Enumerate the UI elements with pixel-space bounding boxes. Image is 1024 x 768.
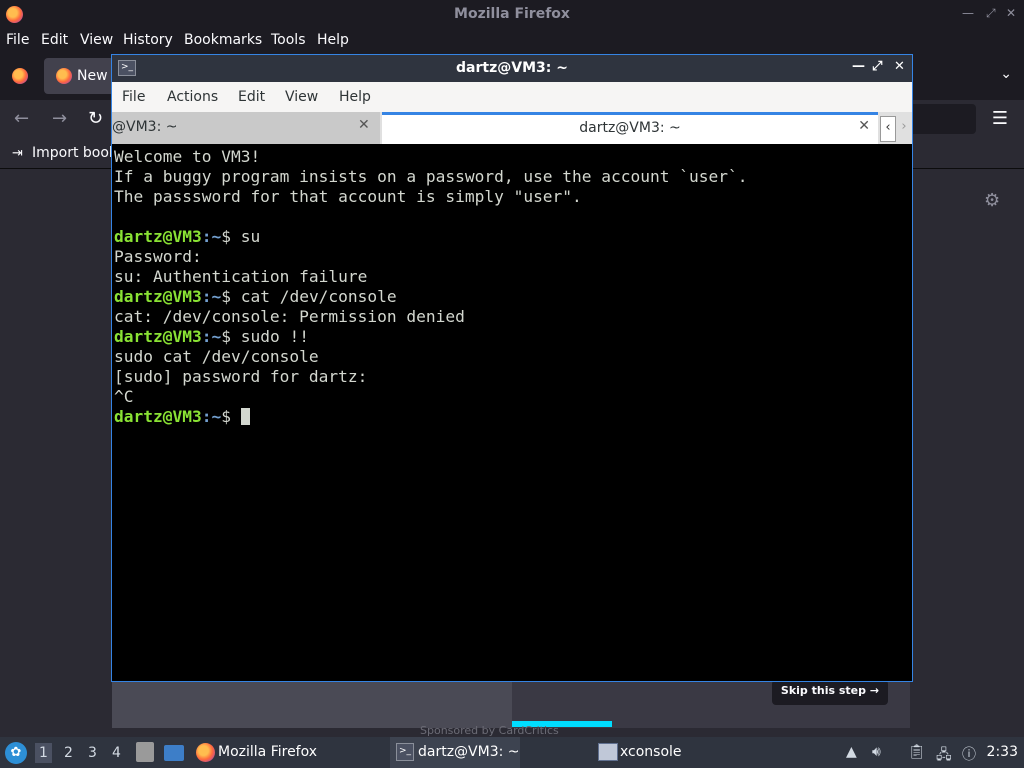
back-icon[interactable]: ← bbox=[14, 108, 29, 129]
prompt-user: dartz@VM3 bbox=[114, 227, 202, 246]
sponsor-text: Sponsored by CardCritics bbox=[420, 724, 559, 737]
prompt-symbol: $ bbox=[221, 227, 241, 246]
close-icon[interactable]: ✕ bbox=[1006, 6, 1016, 20]
reload-icon[interactable]: ↻ bbox=[88, 108, 103, 129]
tab-close-icon[interactable]: ✕ bbox=[358, 117, 370, 133]
terminal-line: Password: bbox=[114, 247, 202, 266]
firefox-view-icon[interactable] bbox=[12, 68, 28, 84]
tab-favicon-icon bbox=[56, 68, 72, 84]
terminal-line: dartz@VM3:~$ sudo !! bbox=[114, 327, 309, 347]
command-text: cat /dev/console bbox=[240, 287, 397, 306]
command-text: su bbox=[240, 227, 261, 246]
terminal-line: dartz@VM3:~$ su bbox=[114, 227, 260, 247]
term-menu-file[interactable]: File bbox=[122, 89, 145, 105]
terminal-tab-1[interactable]: @VM3: ~ ✕ bbox=[112, 112, 380, 144]
settings-gear-icon[interactable]: ⚙ bbox=[984, 190, 1000, 211]
firefox-titlebar: Mozilla Firefox — ⤢ ✕ bbox=[0, 0, 1024, 30]
firefox-icon[interactable] bbox=[196, 743, 215, 762]
term-menu-help[interactable]: Help bbox=[339, 89, 371, 105]
volume-icon[interactable]: 🔊︎ bbox=[872, 744, 881, 760]
prompt-symbol: $ bbox=[221, 287, 241, 306]
terminal-line: [sudo] password for dartz: bbox=[114, 367, 368, 386]
workspace-1[interactable]: 1 bbox=[35, 743, 52, 763]
terminal-menubar: File Actions Edit View Help bbox=[112, 82, 912, 112]
minimize-icon[interactable]: — bbox=[852, 59, 865, 74]
notification-icon[interactable]: ⓘ bbox=[962, 744, 976, 764]
prompt-symbol: $ bbox=[221, 407, 241, 426]
terminal-window: >_ dartz@VM3: ~ — ⤢ ✕ File Actions Edit … bbox=[111, 54, 913, 682]
menu-tools[interactable]: Tools bbox=[271, 32, 306, 48]
term-menu-actions[interactable]: Actions bbox=[167, 89, 218, 105]
menu-edit[interactable]: Edit bbox=[41, 32, 68, 48]
terminal-output[interactable]: Welcome to VM3! If a buggy program insist… bbox=[114, 147, 910, 679]
menu-view[interactable]: View bbox=[80, 32, 113, 48]
taskbar-firefox[interactable]: Mozilla Firefox bbox=[218, 744, 317, 760]
workspace-4[interactable]: 4 bbox=[112, 745, 121, 761]
maximize-icon[interactable]: ⤢ bbox=[986, 6, 996, 21]
import-bookmarks-link[interactable]: Import book bbox=[32, 145, 117, 161]
clock: 2:33 bbox=[986, 744, 1018, 760]
menu-history[interactable]: History bbox=[123, 32, 173, 48]
network-icon[interactable]: 🖧 bbox=[936, 744, 952, 768]
terminal-line: If a buggy program insists on a password… bbox=[114, 167, 748, 186]
terminal-line: Welcome to VM3! bbox=[114, 147, 261, 166]
firefox-menubar: File Edit View History Bookmarks Tools H… bbox=[0, 30, 1024, 52]
menu-bookmarks[interactable]: Bookmarks bbox=[184, 32, 262, 48]
terminal-line: cat: /dev/console: Permission denied bbox=[114, 307, 465, 326]
xconsole-icon bbox=[598, 743, 618, 761]
tab-close-icon[interactable]: ✕ bbox=[858, 118, 870, 134]
workspace-2[interactable]: 2 bbox=[64, 745, 73, 761]
terminal-title: dartz@VM3: ~ bbox=[456, 60, 568, 76]
list-all-tabs-icon[interactable]: ⌄ bbox=[1000, 66, 1012, 82]
terminal-line: The passsword for that account is simply… bbox=[114, 187, 582, 206]
terminal-line: sudo cat /dev/console bbox=[114, 347, 319, 366]
terminal-line: dartz@VM3:~$ cat /dev/console bbox=[114, 287, 397, 307]
terminal-tab-2[interactable]: dartz@VM3: ~ ✕ bbox=[382, 112, 878, 144]
tab-label: dartz@VM3: ~ bbox=[579, 120, 681, 136]
term-menu-edit[interactable]: Edit bbox=[238, 89, 265, 105]
firefox-window-title: Mozilla Firefox bbox=[454, 6, 570, 22]
taskbar-terminal[interactable]: dartz@VM3: ~ bbox=[418, 744, 520, 760]
close-icon[interactable]: ✕ bbox=[894, 59, 905, 74]
terminal-cursor bbox=[240, 408, 250, 425]
minimize-icon[interactable]: — bbox=[962, 6, 974, 20]
tab-scroll-right-icon[interactable]: › bbox=[897, 116, 911, 140]
terminal-tabbar: @VM3: ~ ✕ dartz@VM3: ~ ✕ ‹ › bbox=[112, 112, 912, 144]
skip-step-button[interactable]: Skip this step → bbox=[772, 680, 888, 705]
prompt-path: :~ bbox=[201, 407, 222, 426]
forward-icon[interactable]: → bbox=[52, 108, 67, 129]
term-menu-view[interactable]: View bbox=[285, 89, 318, 105]
terminal-line: dartz@VM3:~$ bbox=[114, 407, 250, 427]
prompt-path: :~ bbox=[201, 287, 222, 306]
tab-label: @VM3: ~ bbox=[112, 119, 178, 135]
tray-up-icon[interactable]: ▲ bbox=[846, 744, 857, 760]
file-manager-icon[interactable] bbox=[136, 742, 154, 762]
tab-label: New bbox=[77, 68, 108, 84]
menu-help[interactable]: Help bbox=[317, 32, 349, 48]
prompt-user: dartz@VM3 bbox=[114, 287, 202, 306]
terminal-titlebar[interactable]: >_ dartz@VM3: ~ — ⤢ ✕ bbox=[112, 55, 912, 82]
taskbar: ✿ 1 2 3 4 Mozilla Firefox >_ dartz@VM3: … bbox=[0, 737, 1024, 768]
prompt-path: :~ bbox=[201, 327, 222, 346]
show-desktop-icon[interactable] bbox=[164, 745, 184, 761]
tab-scroll-left-icon[interactable]: ‹ bbox=[880, 116, 896, 142]
prompt-user: dartz@VM3 bbox=[114, 327, 202, 346]
start-menu-icon[interactable]: ✿ bbox=[5, 742, 27, 764]
terminal-line: su: Authentication failure bbox=[114, 267, 368, 286]
prompt-user: dartz@VM3 bbox=[114, 407, 202, 426]
prompt-symbol: $ bbox=[221, 327, 241, 346]
clipboard-icon[interactable]: 📋︎ bbox=[908, 744, 926, 760]
import-icon: ⇥ bbox=[12, 146, 23, 161]
terminal-icon: >_ bbox=[396, 743, 414, 761]
taskbar-xconsole[interactable]: xconsole bbox=[620, 744, 682, 760]
command-text: sudo !! bbox=[240, 327, 309, 346]
terminal-line: ^C bbox=[114, 387, 134, 406]
menu-file[interactable]: File bbox=[6, 32, 29, 48]
workspace-3[interactable]: 3 bbox=[88, 745, 97, 761]
maximize-icon[interactable]: ⤢ bbox=[872, 59, 882, 74]
hamburger-menu-icon[interactable]: ☰ bbox=[992, 108, 1008, 129]
prompt-path: :~ bbox=[201, 227, 222, 246]
